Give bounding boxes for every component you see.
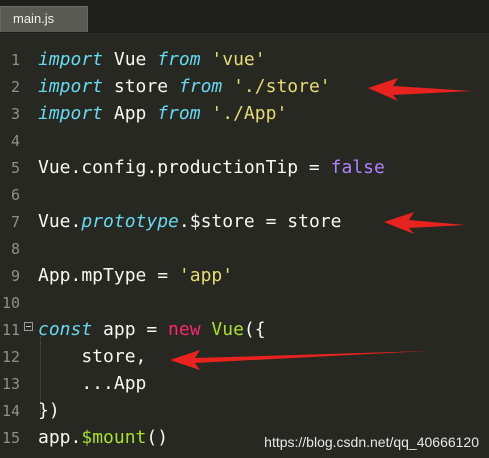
code-line[interactable]: import store from './store' [38,74,331,100]
line-number: 13 [1,375,20,393]
line-number: 14 [1,402,20,420]
code-token: import [38,76,104,97]
line-number: 9 [10,267,20,285]
line-number: 1 [10,51,20,69]
code-token: App [103,103,158,124]
code-token: ...App [38,373,147,394]
code-token: .$store = store [178,211,342,232]
code-token: import [38,49,104,70]
code-token: Vue.config.productionTip = [38,157,331,178]
code-line[interactable]: Vue.config.productionTip = false [38,155,385,181]
code-editor[interactable]: 1 2 3 4 5 6 7 8 9 10 11 12 13 14 15 import Vue from 'v… [0,47,489,458]
code-token: false [330,157,385,178]
code-token: Vue [103,49,158,70]
code-token: prototype [81,211,179,232]
line-number: 12 [1,348,20,366]
code-token: import [38,103,104,124]
code-token: ({ [243,319,266,340]
code-line[interactable]: ...App [38,371,146,397]
code-token: './App' [211,103,288,124]
code-area[interactable]: import Vue from 'vue' import store from '… [38,47,488,458]
code-line[interactable]: store, [38,344,146,370]
code-token: app = [92,319,169,340]
code-token: app. [38,427,82,448]
line-number: 8 [10,240,20,258]
line-number-gutter: 1 2 3 4 5 6 7 8 9 10 11 12 13 14 15 [0,47,30,458]
fold-toggle-icon[interactable] [24,322,33,331]
code-token: 'vue' [211,49,266,70]
code-token: from [178,76,223,97]
code-token: const [38,319,93,340]
code-line[interactable]: import Vue from 'vue' [38,47,266,73]
code-line[interactable]: }) [38,398,60,424]
line-number: 10 [1,294,20,312]
line-number: 15 [1,429,20,447]
code-token: from [157,49,201,70]
line-number: 7 [10,213,20,231]
code-token: from [157,103,201,124]
code-token: () [146,427,169,448]
tab-bar: main.js [0,0,489,34]
watermark-text: https://blog.csdn.net/qq_40666120 [264,434,479,450]
line-number: 5 [10,159,20,177]
code-token: Vue [211,319,244,340]
code-line[interactable]: App.mpType = 'app' [38,263,233,289]
line-number: 2 [10,78,20,96]
code-token: $mount [81,427,147,448]
code-token: './store' [233,76,331,97]
code-token: store [103,76,179,97]
code-token: App.mpType = [38,265,179,286]
code-line[interactable]: const app = new Vue({ [38,317,266,343]
line-number: 6 [10,186,20,204]
code-line[interactable]: app.$mount() [38,425,168,451]
code-line[interactable]: import App from './App' [38,101,287,127]
tab-main-js[interactable]: main.js [0,6,88,32]
code-token: store, [38,346,147,367]
line-number: 11 [1,321,20,339]
line-number: 4 [10,132,20,150]
code-token: 'app' [178,265,234,286]
code-token: Vue. [38,211,82,232]
code-token: new [168,319,201,340]
code-token: }) [38,400,60,421]
line-number: 3 [10,105,20,123]
code-line[interactable]: Vue.prototype.$store = store [38,209,341,235]
